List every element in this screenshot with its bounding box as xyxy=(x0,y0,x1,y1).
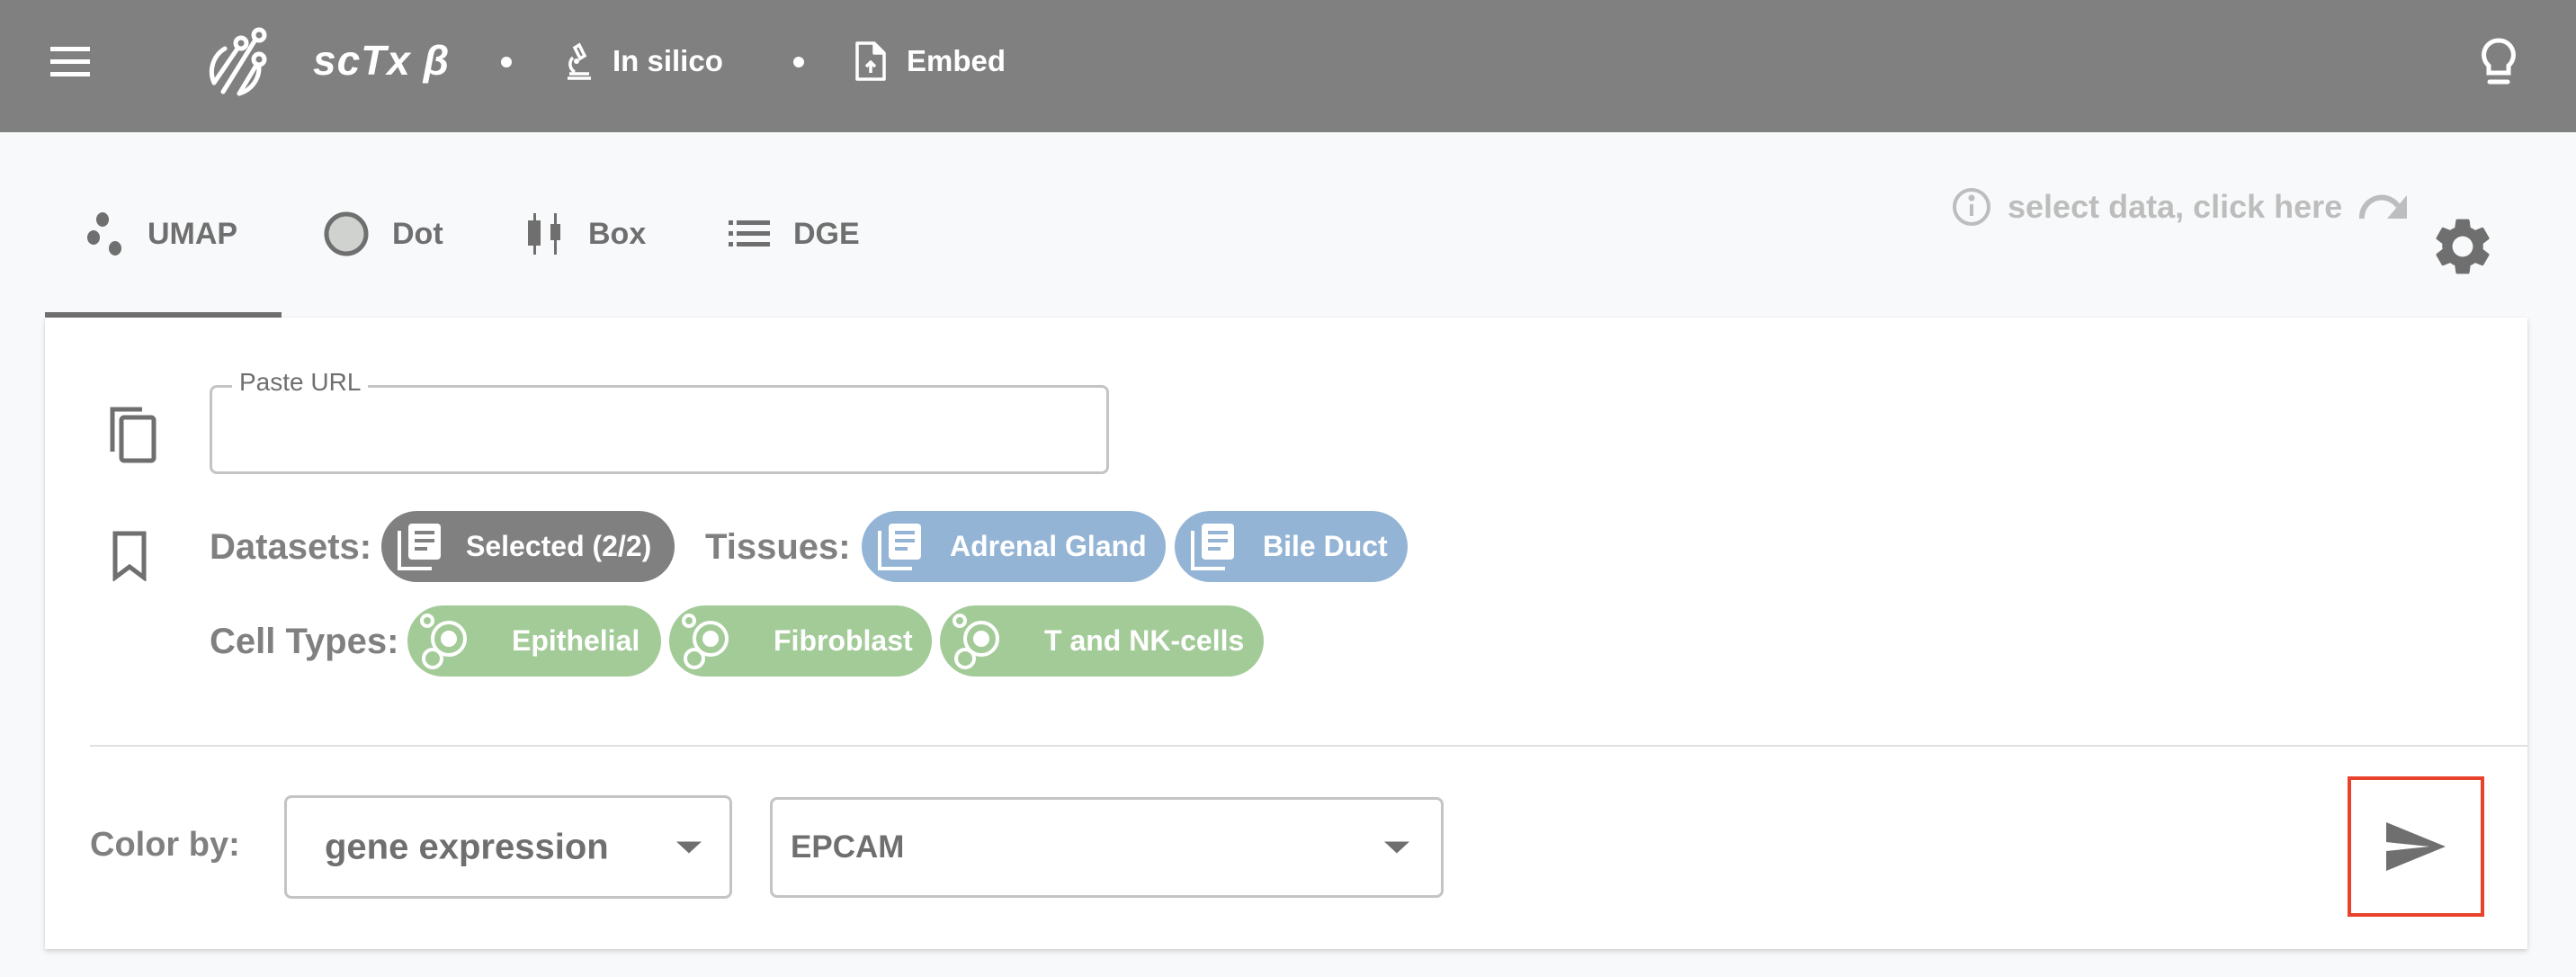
tab-umap[interactable]: UMAP xyxy=(86,198,237,270)
nav-in-silico-label: In silico xyxy=(613,44,723,77)
gear-icon[interactable] xyxy=(2428,212,2497,281)
cell-type-chip-label: Epithelial xyxy=(512,624,640,657)
app-title: scTx β xyxy=(313,37,451,84)
redo-arrow-icon xyxy=(2359,194,2408,220)
hint-text: select data, click here xyxy=(2008,188,2343,225)
scatter-dots-icon xyxy=(87,212,121,255)
hamburger-menu-icon[interactable] xyxy=(49,41,92,85)
tab-dot-label: Dot xyxy=(392,216,443,251)
tab-box[interactable]: Box xyxy=(527,198,646,270)
color-by-label: Color by: xyxy=(90,826,240,864)
color-by-mode-value: gene expression xyxy=(325,827,609,866)
circle-icon xyxy=(324,211,369,256)
cell-type-chip[interactable]: T and NK-cells xyxy=(940,605,1264,677)
gene-select[interactable]: EPCAM xyxy=(770,797,1444,898)
library-icon xyxy=(1191,523,1234,570)
list-icon xyxy=(729,220,770,246)
cell-icon xyxy=(682,613,729,669)
tab-dge-label: DGE xyxy=(793,216,860,251)
info-icon xyxy=(1953,188,1990,226)
query-card: Paste URL Datasets: Selected (2/2) Tissu… xyxy=(45,318,2527,949)
tissue-chip-label: Bile Duct xyxy=(1263,530,1388,562)
tissue-chip[interactable]: Bile Duct xyxy=(1175,511,1408,582)
dataset-chip-label: Selected (2/2) xyxy=(466,530,652,562)
separator-dot xyxy=(501,57,512,67)
nav-embed[interactable]: Embed xyxy=(854,36,1006,86)
microscope-icon xyxy=(568,42,591,80)
cell-type-chip-label: T and NK-cells xyxy=(1044,624,1245,657)
bookmark-icon[interactable] xyxy=(108,531,153,581)
tissue-chip[interactable]: Adrenal Gland xyxy=(862,511,1166,582)
submit-button[interactable] xyxy=(2348,776,2484,917)
dataset-chip[interactable]: Selected (2/2) xyxy=(381,511,675,582)
copy-icon[interactable] xyxy=(108,405,162,464)
tab-dge[interactable]: DGE xyxy=(729,198,860,270)
library-icon xyxy=(398,523,441,570)
separator-dot xyxy=(793,57,804,67)
paste-url-input[interactable] xyxy=(212,388,1106,471)
cell-type-chip-label: Fibroblast xyxy=(774,624,913,657)
tissue-chip-label: Adrenal Gland xyxy=(950,530,1147,562)
boxplot-icon xyxy=(528,213,560,255)
gene-select-value: EPCAM xyxy=(791,829,905,865)
cell-types-label: Cell Types: xyxy=(210,622,399,661)
nav-embed-label: Embed xyxy=(907,44,1006,77)
cell-type-chip[interactable]: Epithelial xyxy=(407,605,661,677)
chevron-down-icon xyxy=(1384,841,1409,854)
chevron-down-icon xyxy=(676,841,702,853)
paste-url-label: Paste URL xyxy=(232,368,369,397)
lightbulb-icon[interactable] xyxy=(2475,36,2522,90)
cell-icon xyxy=(953,613,999,669)
select-data-hint[interactable]: select data, click here xyxy=(1952,187,2409,227)
tab-box-label: Box xyxy=(588,216,647,251)
divider xyxy=(90,745,2527,747)
send-icon xyxy=(2386,822,2446,871)
tissues-label: Tissues: xyxy=(705,527,851,567)
logo-icon xyxy=(209,27,267,96)
tab-umap-label: UMAP xyxy=(148,216,238,251)
tab-dot[interactable]: Dot xyxy=(324,198,443,270)
color-by-mode-select[interactable]: gene expression xyxy=(284,795,732,899)
cell-icon xyxy=(420,613,467,669)
file-upload-icon xyxy=(855,41,886,81)
datasets-label: Datasets: xyxy=(210,527,372,567)
app-bar: scTx β In silico Embed xyxy=(0,0,2576,132)
nav-in-silico[interactable]: In silico xyxy=(564,36,723,86)
paste-url-field[interactable] xyxy=(210,385,1109,474)
cell-type-chip[interactable]: Fibroblast xyxy=(669,605,932,677)
library-icon xyxy=(878,523,921,570)
